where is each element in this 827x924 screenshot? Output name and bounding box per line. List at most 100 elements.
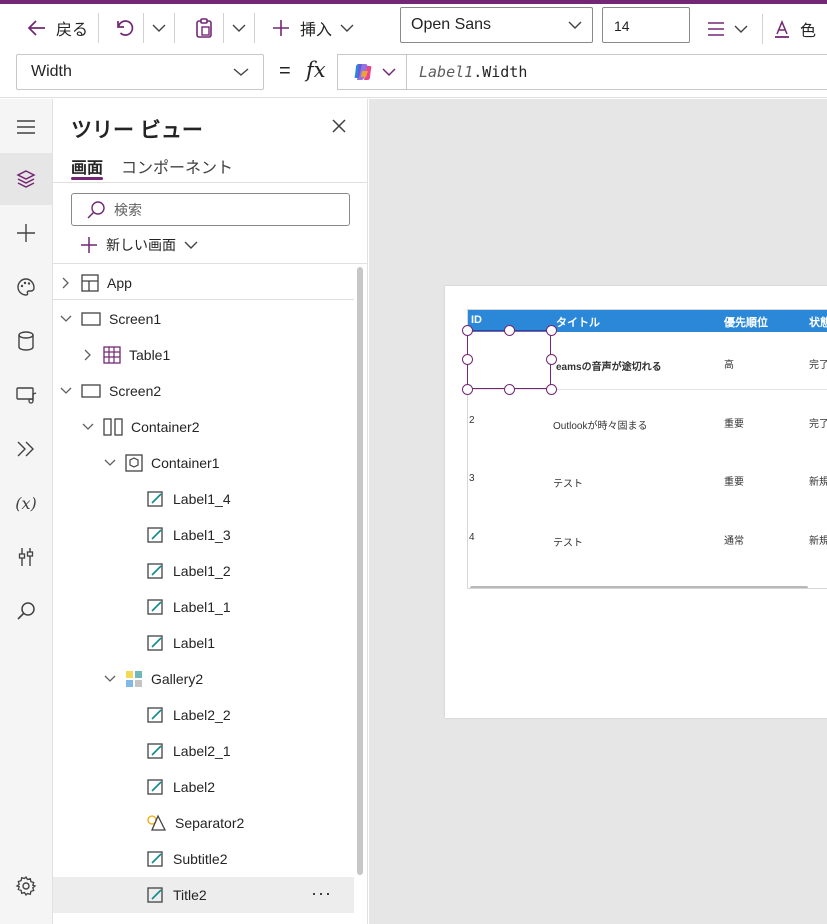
node-label: Screen2	[109, 383, 162, 399]
align-lines-icon	[706, 20, 726, 38]
tree-node-title2[interactable]: Title2 ···	[53, 877, 354, 913]
toolbar-divider	[174, 13, 176, 43]
theme-nav-button[interactable]	[0, 261, 52, 313]
media-nav-button[interactable]	[0, 369, 52, 421]
font-size-input[interactable]: 14	[602, 7, 690, 43]
tree-node-label1[interactable]: Label1	[53, 625, 354, 661]
toolbar-divider	[223, 13, 225, 43]
chevron-down-icon	[184, 240, 198, 250]
node-label: Label2	[173, 779, 216, 795]
node-label: Label1	[173, 635, 216, 651]
hamburger-menu-button[interactable]	[0, 101, 52, 153]
resize-handle[interactable]	[546, 325, 557, 336]
tree-node-container2[interactable]: Container2	[53, 409, 354, 445]
tools-icon	[16, 546, 36, 568]
copilot-button[interactable]	[337, 54, 407, 90]
new-screen-button[interactable]: 新しい画面	[80, 235, 198, 255]
back-button[interactable]: 戻る	[20, 10, 94, 46]
screen-icon	[81, 383, 101, 399]
paste-button[interactable]	[187, 10, 221, 46]
resize-handle[interactable]	[462, 354, 473, 365]
equals-sign: =	[279, 60, 291, 82]
tree-node-screen1[interactable]: Screen1	[53, 301, 354, 337]
insert-button[interactable]: 挿入	[265, 10, 360, 46]
undo-button[interactable]	[107, 10, 141, 46]
node-label: Title2	[173, 887, 207, 903]
property-value: Width	[31, 63, 72, 80]
more-options-button[interactable]: ···	[311, 883, 332, 904]
variables-nav-button[interactable]: (𝑥)	[0, 477, 52, 529]
node-label: Label2_1	[173, 743, 231, 759]
resize-handle[interactable]	[504, 384, 515, 395]
power-automate-nav-button[interactable]	[0, 423, 52, 475]
tree-node-label2-2[interactable]: Label2_2	[53, 697, 354, 733]
divider	[53, 299, 354, 300]
clipboard-icon	[193, 17, 215, 39]
property-dropdown[interactable]: Width	[16, 54, 264, 90]
tree-node-separator2[interactable]: Separator2	[53, 805, 354, 841]
tree-node-label1-3[interactable]: Label1_3	[53, 517, 354, 553]
chevron-down-icon	[152, 23, 166, 33]
resize-handle[interactable]	[504, 325, 515, 336]
node-label: Label1_3	[173, 527, 231, 543]
undo-dropdown-button[interactable]	[146, 10, 172, 46]
tree-node-label1-1[interactable]: Label1_1	[53, 589, 354, 625]
toolbar-divider	[98, 13, 100, 43]
advanced-tools-nav-button[interactable]	[0, 531, 52, 583]
tree-node-app[interactable]: App	[53, 265, 354, 301]
tree-node-label2-1[interactable]: Label2_1	[53, 733, 354, 769]
chevron-right-icon	[81, 349, 95, 361]
table-horizontal-scrollbar[interactable]	[470, 586, 808, 588]
table-cell: 新規	[809, 536, 827, 547]
paste-dropdown-button[interactable]	[226, 10, 252, 46]
settings-nav-button[interactable]	[0, 860, 52, 912]
container-icon	[125, 454, 143, 472]
formula-input[interactable]: Label1.Width	[406, 54, 827, 90]
label-icon	[147, 850, 165, 868]
plus-icon	[15, 222, 37, 244]
font-family-dropdown[interactable]: Open Sans	[400, 7, 593, 43]
toolbar-divider	[254, 13, 256, 43]
table-cell: 4	[469, 532, 475, 543]
back-arrow-icon	[26, 17, 48, 39]
divider	[53, 263, 367, 264]
tree-node-label1-4[interactable]: Label1_4	[53, 481, 354, 517]
label-icon	[147, 634, 165, 652]
node-label: Label1_1	[173, 599, 231, 615]
tree-node-screen2[interactable]: Screen2	[53, 373, 354, 409]
chevron-down-icon	[103, 674, 117, 684]
close-panel-button[interactable]	[331, 118, 347, 134]
table-cell: 重要	[724, 477, 744, 488]
resize-handle[interactable]	[546, 354, 557, 365]
tree-scrollbar[interactable]	[357, 267, 363, 875]
tab-components[interactable]: コンポーネント	[121, 154, 233, 178]
tree-node-label2[interactable]: Label2	[53, 769, 354, 805]
data-nav-button[interactable]	[0, 315, 52, 367]
left-nav-rail: (𝑥)	[0, 99, 53, 924]
resize-handle[interactable]	[462, 325, 473, 336]
back-label: 戻る	[56, 22, 89, 39]
font-color-button[interactable]: 色	[766, 11, 822, 47]
selected-control-outline[interactable]	[467, 330, 551, 389]
insert-nav-button[interactable]	[0, 207, 52, 259]
chevron-down-icon	[568, 20, 582, 30]
tree-view-nav-button[interactable]	[0, 153, 52, 205]
tree-node-table1[interactable]: Table1	[53, 337, 354, 373]
label-icon	[147, 886, 165, 904]
node-label: App	[107, 275, 132, 291]
table-cell: eamsの音声が途切れる	[556, 362, 662, 373]
search-nav-button[interactable]	[0, 585, 52, 637]
toolbar-divider	[143, 13, 145, 43]
tree-node-container1[interactable]: Container1	[53, 445, 354, 481]
tree-node-gallery2[interactable]: Gallery2	[53, 661, 354, 697]
tree-search-input[interactable]: 検索	[71, 193, 350, 226]
resize-handle[interactable]	[546, 384, 557, 395]
chevron-down-icon	[232, 23, 246, 33]
chevron-down-icon	[81, 422, 95, 432]
tree-node-label1-2[interactable]: Label1_2	[53, 553, 354, 589]
resize-handle[interactable]	[462, 384, 473, 395]
tab-screens[interactable]: 画面	[71, 154, 103, 178]
text-align-button[interactable]	[700, 11, 754, 47]
tree-node-subtitle2[interactable]: Subtitle2	[53, 841, 354, 877]
table-cell: 3	[469, 473, 475, 484]
